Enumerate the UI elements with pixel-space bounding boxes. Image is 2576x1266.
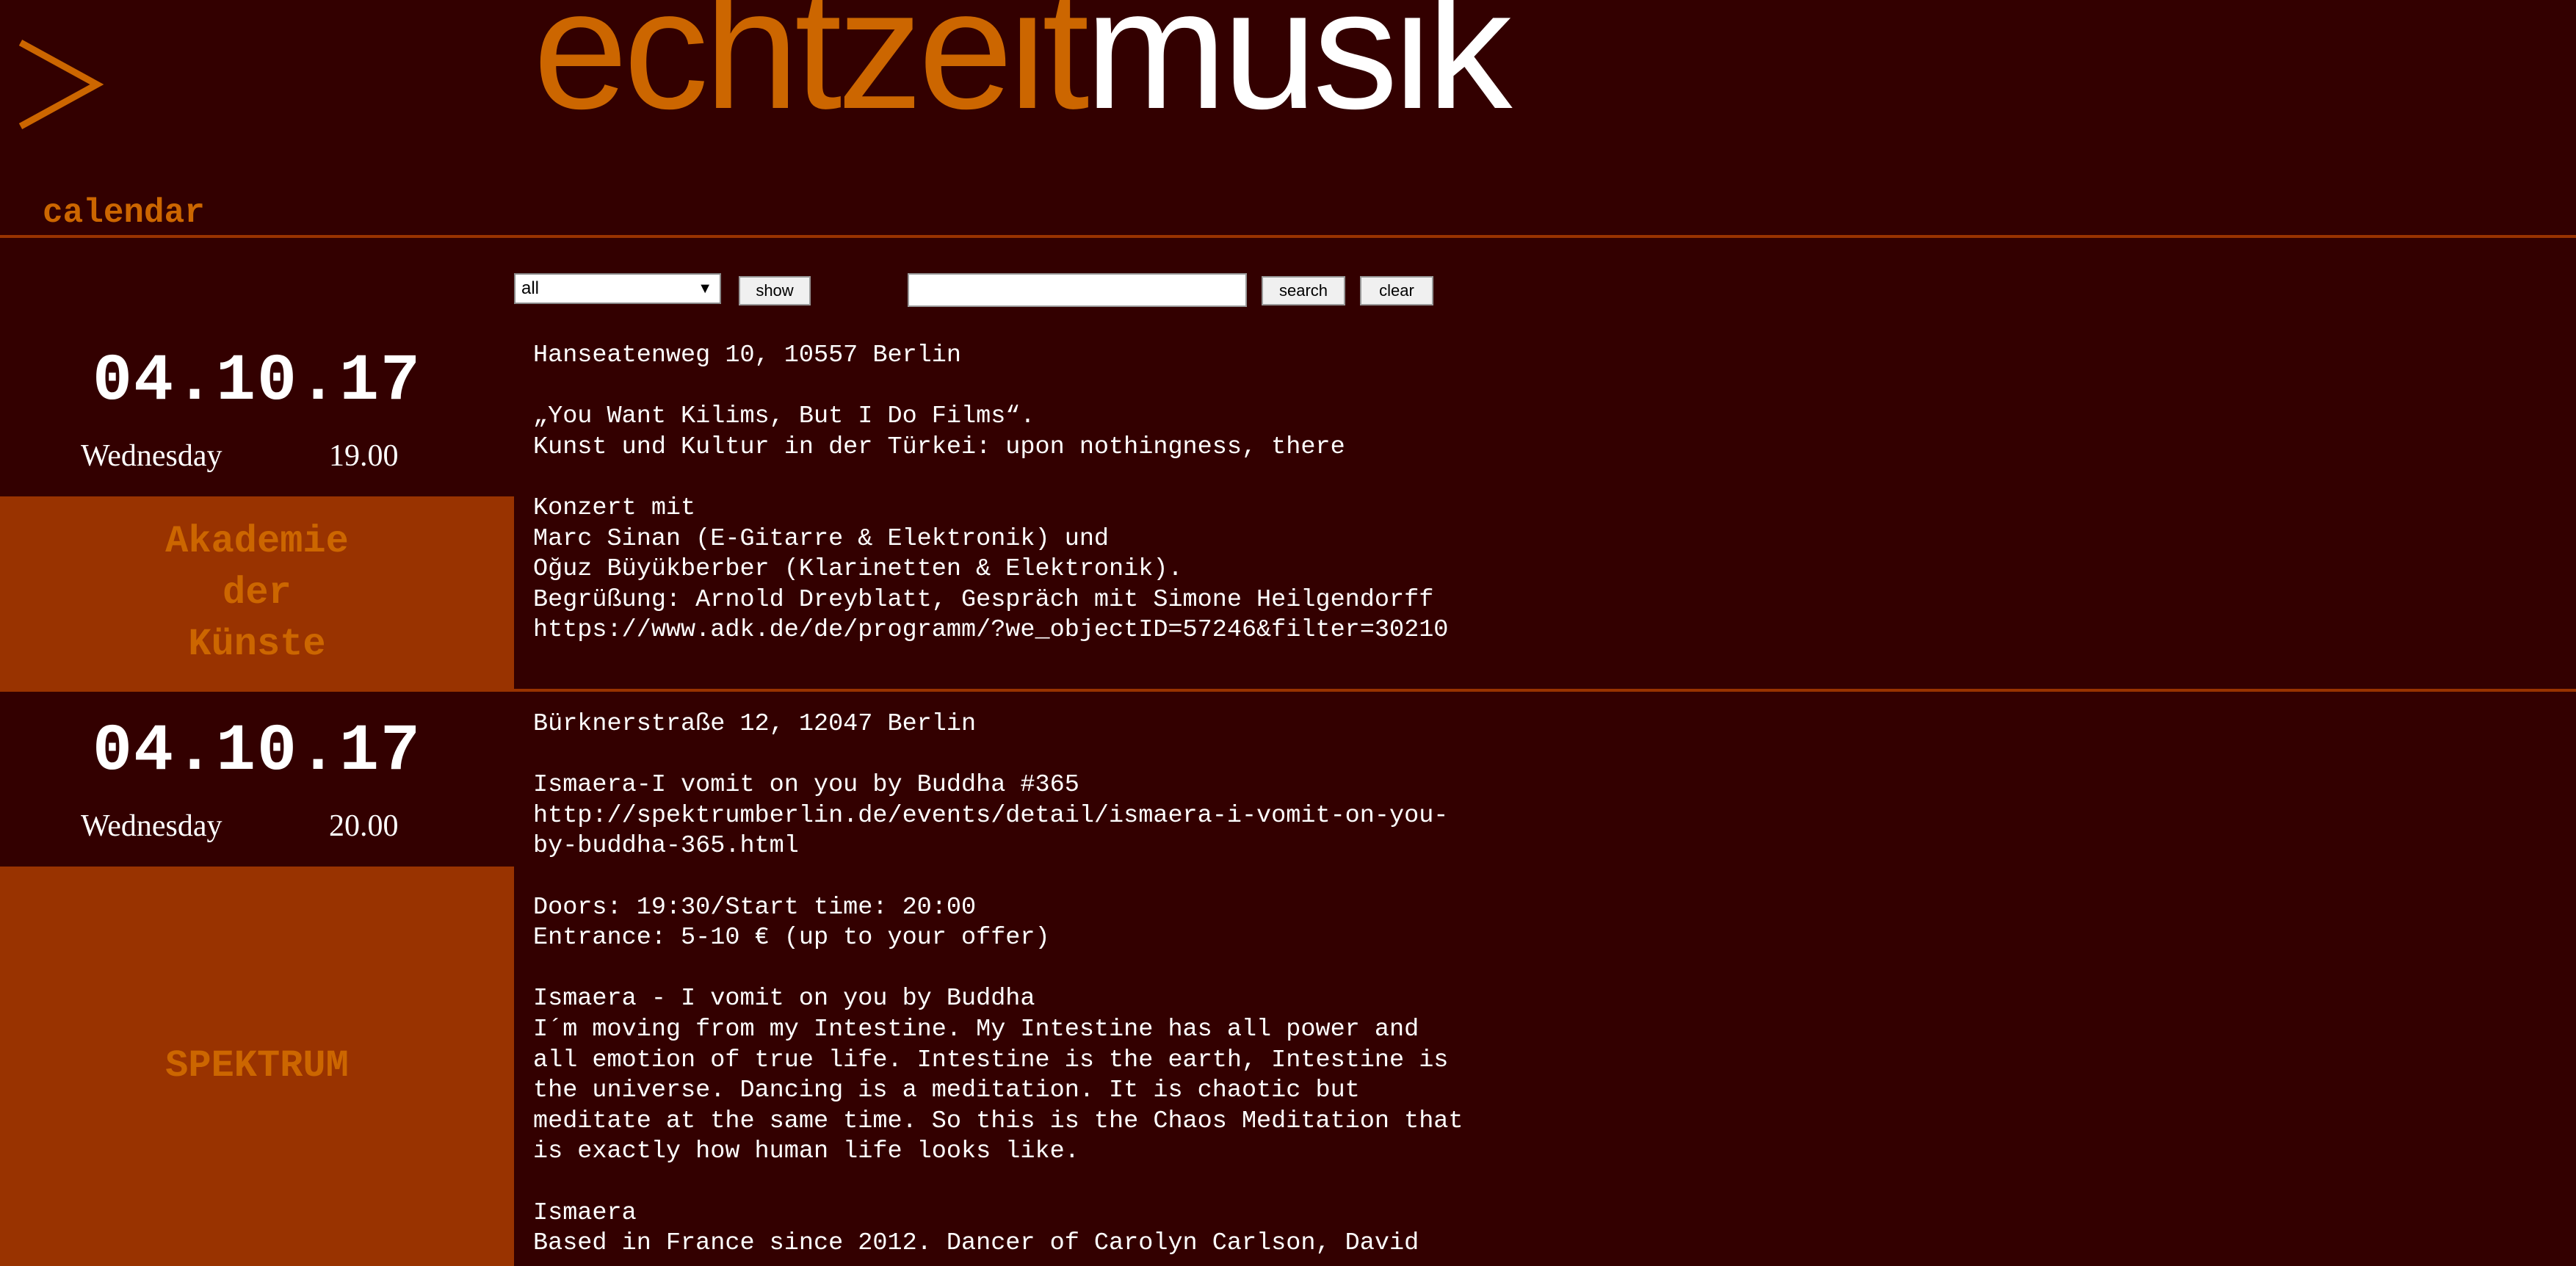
arrow-logo-icon: [18, 40, 104, 129]
event-text-line: Konzert mit: [533, 493, 696, 522]
event-date-block: 04.10.17 Wednesday 19.00: [0, 338, 514, 496]
search-input[interactable]: [908, 273, 1247, 307]
site-logo[interactable]: echtzeitmusik: [533, 0, 1512, 135]
header-divider: [0, 235, 2576, 238]
event-text-line: „You Want Kilims, But I Do Films“.: [533, 402, 1035, 431]
venue-name: SPEKTRUM: [165, 1044, 349, 1088]
event-time: 19.00: [329, 439, 399, 473]
event-weekday: Wednesday: [81, 809, 222, 843]
category-select-value: all: [521, 278, 540, 298]
event-divider: [0, 689, 2576, 692]
event-entry: 04.10.17 Wednesday 20.00 SPEKTRUM Bürkne…: [0, 693, 2576, 1266]
event-text-line: Kunst und Kultur in der Türkei: upon not…: [533, 433, 1345, 461]
event-text-line: Ismaera: [533, 1198, 637, 1227]
event-text-line: meditate at the same time. So this is th…: [533, 1107, 1464, 1135]
event-text-line: Begrüßung: Arnold Dreyblatt, Gespräch mi…: [533, 585, 1434, 614]
event-text-line: I´m moving from my Intestine. My Intesti…: [533, 1015, 1419, 1043]
dropdown-arrow-icon: ▼: [698, 281, 712, 297]
event-description: Hanseatenweg 10, 10557 Berlin „You Want …: [533, 341, 1448, 646]
venue-block[interactable]: SPEKTRUM: [0, 867, 514, 1266]
event-text-line: Marc Sinan (E-Gitarre & Elektronik) und: [533, 524, 1110, 553]
event-text-line[interactable]: http://spektrumberlin.de/events/detail/i…: [533, 801, 1464, 832]
event-description: Bürknerstraße 12, 12047 Berlin Ismaera-I…: [533, 709, 1464, 1259]
page-title: calendar: [43, 194, 205, 232]
search-button[interactable]: search: [1262, 276, 1345, 305]
event-text-line: Doors: 19:30/Start time: 20:00: [533, 893, 977, 922]
event-text-line: Ismaera-I vomit on you by Buddha #365: [533, 771, 1079, 800]
event-text-line: is exactly how human life looks like.: [533, 1137, 1079, 1166]
event-text-line: Bürknerstraße 12, 12047 Berlin: [533, 710, 977, 738]
event-text-line: the universe. Dancing is a meditation. I…: [533, 1077, 1360, 1105]
event-time: 20.00: [329, 809, 399, 843]
event-date-block: 04.10.17 Wednesday 20.00: [0, 693, 514, 867]
event-text-line: Entrance: 5-10 € (up to your offer): [533, 924, 1050, 952]
event-text-line: Ismaera - I vomit on you by Buddha: [533, 985, 1035, 1013]
event-date: 04.10.17: [92, 715, 422, 789]
event-text-line: Oğuz Büyükberber (Klarinetten & Elektron…: [533, 555, 1183, 584]
event-text-line: all emotion of true life. Intestine is t…: [533, 1046, 1449, 1074]
event-weekday: Wednesday: [81, 439, 222, 473]
event-text-line: Hanseatenweg 10, 10557 Berlin: [533, 341, 961, 369]
venue-name: Akademie der Künste: [165, 520, 349, 666]
event-date: 04.10.17: [92, 344, 422, 419]
show-button[interactable]: show: [739, 276, 811, 305]
event-text-line: by-buddha-365.html: [533, 832, 799, 861]
venue-block[interactable]: Akademie der Künste: [0, 496, 514, 690]
event-entry: 04.10.17 Wednesday 19.00 Akademie der Kü…: [0, 338, 2576, 690]
category-select[interactable]: all ▼: [514, 273, 721, 304]
clear-button[interactable]: clear: [1360, 276, 1433, 305]
logo-text-echtzeit: echtzeit: [533, 0, 1090, 145]
event-text-line[interactable]: https://www.adk.de/de/programm/?we_objec…: [533, 615, 1448, 646]
logo-text-musik: musik: [1085, 0, 1513, 145]
event-text-line: Based in France since 2012. Dancer of Ca…: [533, 1229, 1419, 1258]
